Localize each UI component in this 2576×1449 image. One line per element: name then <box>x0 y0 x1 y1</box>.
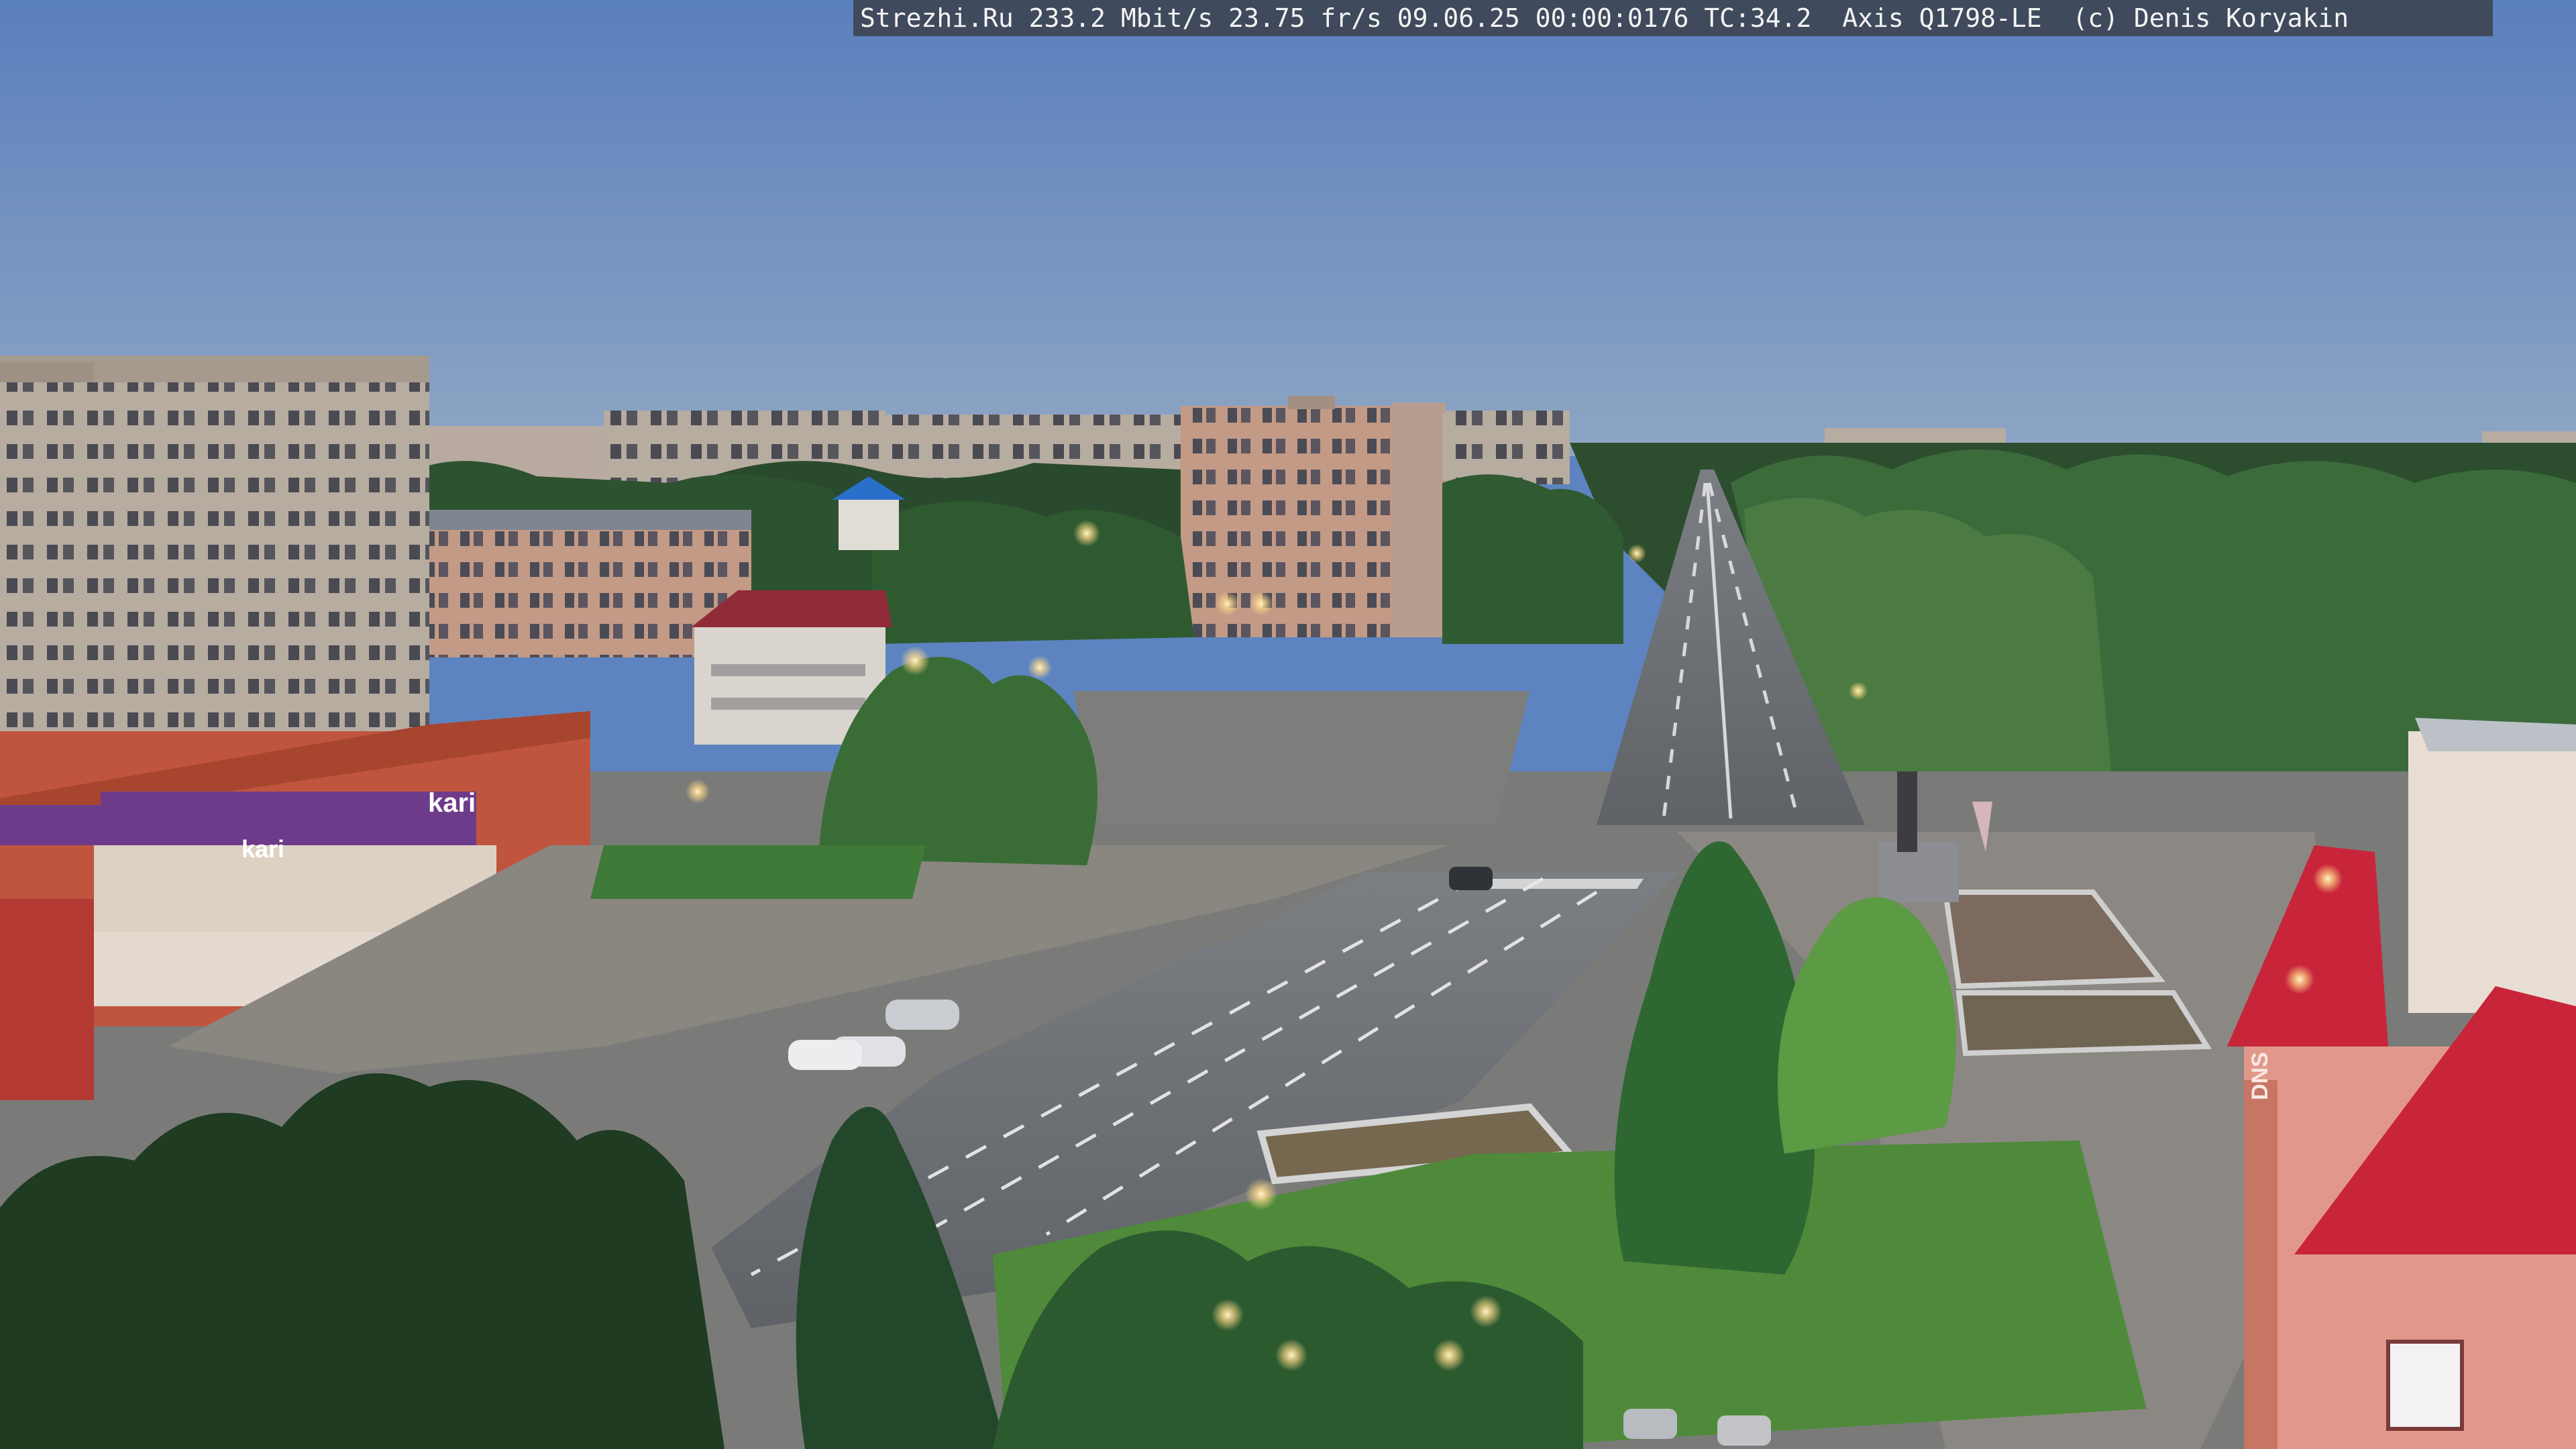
city-square-scene <box>0 0 2576 1449</box>
central-plaza <box>1073 691 1529 825</box>
kari-sign-small: kari <box>241 835 285 863</box>
mid-trees-center <box>872 501 1194 644</box>
mid-left-roof <box>429 510 751 530</box>
square-lawn <box>590 845 926 899</box>
kari-sign: kari <box>428 788 476 818</box>
camera-info-overlay: Strezhi.Ru 233.2 Mbit/s 23.75 fr/s 09.06… <box>853 0 2493 36</box>
flowerbed-2 <box>1955 990 2212 1057</box>
crosswalk <box>1469 879 1644 889</box>
dns-sign: DNS <box>2247 1052 2273 1100</box>
